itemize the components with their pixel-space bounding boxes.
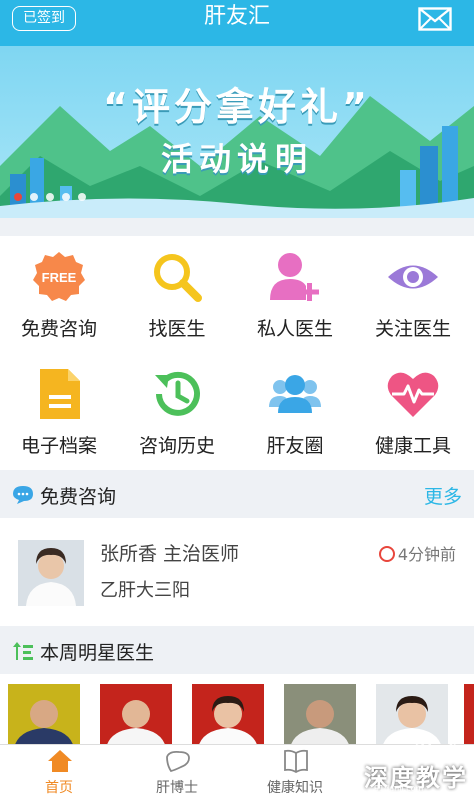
carousel-dot[interactable]	[30, 193, 38, 201]
star-doctor-photo[interactable]	[8, 684, 80, 748]
watermark-url: 91danji.com	[374, 784, 424, 793]
heart-pulse-icon	[387, 372, 439, 417]
svg-text:FREE: FREE	[42, 270, 77, 285]
carousel-indicator[interactable]	[14, 193, 86, 201]
doctor-avatar	[18, 540, 84, 606]
eye-icon	[388, 265, 438, 289]
site-watermark: 9L游戏 深度教学 91danji.com	[360, 738, 470, 793]
consult-time-text: 4分钟前	[397, 545, 456, 564]
section-title: 免费咨询	[40, 486, 117, 508]
carousel-dot[interactable]	[78, 193, 86, 201]
service-label: 肝友圈	[266, 435, 324, 457]
banner-subtitle: 活动说明	[160, 140, 313, 178]
service-grid: FREE 免费咨询 找医生 私人医生 关注医生 电子档案 咨询历史 肝友圈 健康…	[0, 236, 474, 470]
home-icon	[48, 750, 72, 772]
star-doctor-photo[interactable]	[100, 684, 172, 748]
service-label: 关注医生	[374, 318, 451, 340]
more-link[interactable]: 更多	[424, 482, 462, 509]
service-consult-history[interactable]: 咨询历史	[118, 353, 236, 470]
star-doctor-list	[0, 674, 474, 748]
service-label: 找医生	[148, 318, 206, 340]
consult-list-item[interactable]: 张所香 主治医师 乙肝大三阳 4分钟前	[0, 518, 474, 626]
service-label: 健康工具	[374, 435, 451, 457]
liver-icon	[166, 750, 190, 773]
service-private-doctor[interactable]: 私人医生	[236, 236, 354, 353]
document-icon	[40, 369, 80, 419]
tab-liver-doctor[interactable]: 肝博士	[118, 745, 236, 794]
free-badge-icon: FREE	[33, 252, 85, 301]
service-follow-doctor[interactable]: 关注医生	[354, 236, 472, 353]
page-title: 肝友汇	[203, 4, 270, 29]
promo-banner[interactable]: “评分拿好礼” 活动说明	[0, 46, 474, 218]
service-label: 咨询历史	[138, 435, 215, 457]
search-icon	[154, 254, 202, 302]
app-header: 已签到 肝友汇	[0, 0, 474, 46]
tab-label: 肝博士	[156, 780, 198, 794]
chat-bubble-icon	[13, 486, 33, 504]
doctor-name: 张所香 主治医师	[100, 543, 240, 565]
consult-time: 4分钟前	[378, 541, 456, 565]
service-label: 电子档案	[20, 435, 97, 457]
mail-icon[interactable]	[418, 7, 452, 31]
carousel-dot[interactable]	[46, 193, 54, 201]
service-find-doctor[interactable]: 找医生	[118, 236, 236, 353]
banner-title: “评分拿好礼”	[103, 85, 371, 129]
service-health-record[interactable]: 电子档案	[0, 353, 118, 470]
star-doctor-photo[interactable]	[284, 684, 356, 748]
section-title: 本周明星医生	[40, 642, 155, 664]
carousel-dot[interactable]	[14, 193, 22, 201]
clock-icon	[378, 546, 395, 562]
service-label: 私人医生	[256, 318, 333, 340]
user-add-icon	[270, 253, 319, 301]
consult-topic: 乙肝大三阳	[100, 580, 190, 601]
service-free-consult[interactable]: FREE 免费咨询	[0, 236, 118, 353]
tab-label: 首页	[45, 780, 73, 794]
tab-health-knowledge[interactable]: 健康知识	[236, 745, 354, 794]
book-icon	[284, 749, 308, 773]
service-patient-circle[interactable]: 肝友圈	[236, 353, 354, 470]
star-doctor-photo[interactable]	[192, 684, 264, 748]
tab-label: 健康知识	[267, 780, 323, 794]
tab-home[interactable]: 首页	[0, 745, 118, 794]
history-icon	[155, 371, 200, 416]
group-icon	[269, 375, 321, 413]
service-label: 免费咨询	[20, 318, 97, 340]
star-doctors-header: 本周明星医生	[0, 628, 474, 674]
carousel-dot[interactable]	[62, 193, 70, 201]
free-consult-header: 免费咨询 更多	[0, 472, 474, 518]
ranking-icon	[13, 642, 33, 660]
service-health-tools[interactable]: 健康工具	[354, 353, 472, 470]
